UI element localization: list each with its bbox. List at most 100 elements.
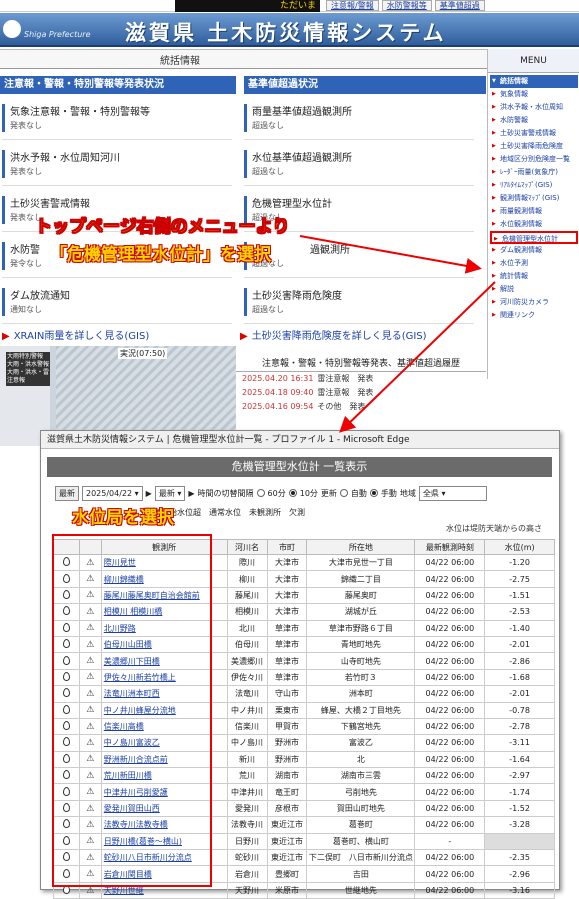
table-cell: 04/22 06:00 xyxy=(414,603,486,621)
menu-item[interactable]: 水位予測 xyxy=(490,257,578,270)
latest-select[interactable]: 最新 ▾ xyxy=(154,485,186,501)
table-cell: 04/22 06:00 xyxy=(414,668,486,687)
table-cell: 04/22 06:00 xyxy=(414,865,486,883)
menu-item[interactable]: 雨量観測情報 xyxy=(490,205,578,218)
menu-item[interactable]: 気象情報 xyxy=(490,88,578,101)
page-tabs: 統括情報 xyxy=(0,49,487,69)
radio-10min[interactable] xyxy=(288,489,297,497)
exceed-item[interactable]: 土砂災害降雨危険度 超過なし xyxy=(244,284,474,324)
side-menu: MENU 統括情報気象情報洪水予報・水位周知水防警報土砂災害警戒情報土砂災害降雨… xyxy=(487,49,579,379)
logo-text: Shiga Prefecture xyxy=(24,30,91,39)
menu-item[interactable]: 水位観測情報 xyxy=(490,218,578,231)
table-cell: 藤尾奥町 xyxy=(306,586,416,605)
history-row[interactable]: 2025.04.18 09:40 雷注意報 発表 xyxy=(236,386,486,400)
table-cell: -1.40 xyxy=(484,619,555,637)
table-cell: 04/22 06:00 xyxy=(414,586,486,605)
table-cell: -1.64 xyxy=(484,750,555,769)
tab-summary[interactable]: 統括情報 xyxy=(160,52,200,67)
table-cell: 栗東市 xyxy=(266,701,308,719)
radio-auto[interactable] xyxy=(339,489,348,497)
warning-item[interactable]: 洪水予報・水位周知河川 発表なし xyxy=(2,146,232,186)
table-cell: -1.51 xyxy=(484,586,555,605)
table-cell: 彦根市 xyxy=(266,799,308,818)
table-cell: 伯母川 xyxy=(226,635,268,654)
table-cell: 湖城が丘 xyxy=(306,603,416,621)
table-cell: 草津市野路６丁目 xyxy=(306,619,416,637)
exceed-item[interactable]: 過観測所 超過なし xyxy=(244,238,474,278)
table-cell: 弓削地先 xyxy=(306,783,416,801)
exceed-item-title: 土砂災害降雨危険度 xyxy=(252,291,342,302)
table-cell: 草津市 xyxy=(266,668,308,687)
menu-item[interactable]: 解説 xyxy=(490,283,578,296)
menu-item[interactable]: 危機管理型水位計 xyxy=(490,231,578,244)
table-cell: 蜂屋、大橋２丁目地先 xyxy=(306,701,416,719)
warning-item-status: 通知なし xyxy=(10,305,42,314)
table-cell: 米原市 xyxy=(266,881,308,899)
table-cell: 大津市見世一丁目 xyxy=(306,553,416,572)
top-link-exceed[interactable]: 基準値超過 xyxy=(434,0,485,11)
table-cell: 賀田山町地先 xyxy=(306,799,416,818)
table-cell: -3.16 xyxy=(484,881,555,899)
table-cell: 04/22 06:00 xyxy=(414,799,486,818)
sediment-gis-link[interactable]: ▶ 土砂災害降雨危険度を詳しく見る(GIS) xyxy=(240,329,478,345)
shiga-logo[interactable]: Shiga Prefecture xyxy=(3,16,93,44)
play-icon[interactable]: ▶ xyxy=(146,489,152,498)
menu-item[interactable]: 統括情報 xyxy=(490,75,578,88)
news-ticker: ただいま xyxy=(175,0,320,12)
table-cell: 04/22 06:00 xyxy=(414,767,486,785)
exceed-item[interactable]: 雨量基準値超過観測所 超過なし xyxy=(244,100,474,140)
warning-item-title: 水防警 xyxy=(10,245,40,256)
warning-item[interactable]: 気象注意報・警報・特別警報等 発表なし xyxy=(2,100,232,140)
region-label: 地域 xyxy=(399,488,416,498)
col-header-time: 最新観測時刻 xyxy=(414,539,486,555)
play-icon[interactable]: ▶ xyxy=(188,489,194,498)
update-label: 更新 xyxy=(320,488,337,498)
menu-item[interactable]: 土砂災害警戒情報 xyxy=(490,127,578,140)
exceed-item[interactable]: 水位基準値超過観測所 超過なし xyxy=(244,146,474,186)
radio-manual[interactable] xyxy=(369,489,378,497)
arrow-right-icon: ▶ xyxy=(240,331,248,342)
table-cell: 東近江市 xyxy=(266,816,308,834)
date-select[interactable]: 2025/04/22 ▾ xyxy=(82,485,143,501)
warning-item-title: 洪水予報・水位周知河川 xyxy=(10,153,120,164)
warning-item-status: 発表なし xyxy=(10,167,42,176)
table-cell: 荒川 xyxy=(226,767,268,785)
table-cell: 蛇砂川 xyxy=(226,849,268,867)
radio-60min[interactable] xyxy=(256,489,265,497)
table-cell: 北 xyxy=(306,750,416,769)
table-cell: 吉田 xyxy=(306,865,416,883)
region-select[interactable]: 全県 ▾ xyxy=(418,485,487,501)
menu-item[interactable]: 土砂災害降雨危険度 xyxy=(490,140,578,153)
menu-item[interactable]: 関連リンク xyxy=(490,309,578,322)
xrain-gis-link[interactable]: ▶ XRAIN雨量を詳しく見る(GIS) xyxy=(2,329,232,345)
table-cell: 葛巻町 xyxy=(306,816,416,834)
menu-item[interactable]: 水防警報 xyxy=(490,114,578,127)
table-cell: 美濃郷川 xyxy=(226,652,268,670)
latest-button[interactable]: 最新 xyxy=(55,485,79,501)
history-row[interactable]: 2025.04.16 09:54 その他 発表 xyxy=(236,400,486,414)
camera-icon[interactable]: ⚠ xyxy=(86,886,94,896)
menu-item[interactable]: ﾚｰﾀﾞｰ雨量(気象庁) xyxy=(490,166,578,179)
menu-item[interactable]: ﾘｱﾙﾀｲﾑﾏｯﾌﾟ(GIS) xyxy=(490,179,578,192)
table-cell: - xyxy=(414,832,486,851)
table-cell xyxy=(484,832,555,851)
table-cell: 岩倉川 xyxy=(226,865,268,883)
table-cell: 甲賀市 xyxy=(266,717,308,736)
menu-item[interactable]: 河川防災カメラ xyxy=(490,296,578,309)
table-cell: -3.11 xyxy=(484,734,555,752)
table-cell: 大津市 xyxy=(266,570,308,588)
menu-item[interactable]: 観測情報ﾏｯﾌﾟ(GIS) xyxy=(490,192,578,205)
menu-item[interactable]: 洪水予報・水位周知 xyxy=(490,101,578,114)
top-link-flood[interactable]: 水防警報等 xyxy=(381,0,432,11)
menu-item[interactable]: 統計情報 xyxy=(490,270,578,283)
table-cell: 野洲市 xyxy=(266,750,308,769)
warning-panel-title: 注意報・警報・特別警報等発表状況 xyxy=(0,76,236,94)
table-cell: 天野川 xyxy=(226,881,268,899)
menu-item[interactable]: ダム観測情報 xyxy=(490,244,578,257)
table-cell: 世継地先 xyxy=(306,881,416,899)
radar-time-label: 実況(07:50) xyxy=(118,348,168,359)
history-row[interactable]: 2025.04.20 16:31 雷注意報 発表 xyxy=(236,372,486,386)
top-link-warning[interactable]: 注意報/警報 xyxy=(326,0,379,11)
warning-item[interactable]: ダム放流通知 通知なし xyxy=(2,284,232,324)
menu-item[interactable]: 地域区分別危険度一覧 xyxy=(490,153,578,166)
